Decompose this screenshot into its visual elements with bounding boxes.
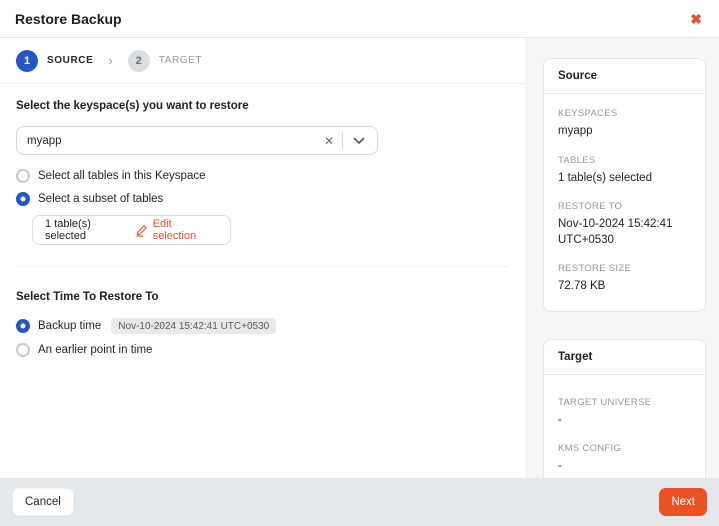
table-selection-box: 1 table(s) selected Edit selection xyxy=(32,215,231,245)
modal-footer: Cancel Next xyxy=(0,478,719,526)
close-icon[interactable]: ✖ xyxy=(688,10,704,28)
source-form: Select the keyspace(s) you want to resto… xyxy=(0,84,525,366)
keyspace-selected-value: myapp xyxy=(27,135,316,147)
target-card-title: Target xyxy=(544,340,705,375)
radio-off-icon[interactable] xyxy=(16,169,30,183)
edit-selection-label: Edit selection xyxy=(153,218,218,242)
step-source-number: 1 xyxy=(16,50,38,72)
edit-selection-button[interactable]: Edit selection xyxy=(135,218,218,242)
summary-field-keyspaces: KEYSPACES myapp xyxy=(558,108,691,140)
radio-all-tables-label: Select all tables in this Keyspace xyxy=(38,170,205,182)
step-target-number: 2 xyxy=(128,50,150,72)
summary-field-kms-config: KMS CONFIG - xyxy=(558,443,691,475)
backup-time-badge: Nov-10-2024 15:42:41 UTC+0530 xyxy=(111,318,276,334)
cancel-button[interactable]: Cancel xyxy=(12,488,74,516)
modal-header: Restore Backup ✖ xyxy=(0,0,719,38)
radio-backup-time-label: Backup time xyxy=(38,320,101,332)
stepper: 1 SOURCE › 2 TARGET xyxy=(0,38,525,84)
radio-earlier-point[interactable]: An earlier point in time xyxy=(16,343,509,357)
summary-field-target-universe: TARGET UNIVERSE - xyxy=(558,397,691,429)
section-divider xyxy=(16,266,508,267)
radio-subset-tables-label: Select a subset of tables xyxy=(38,193,163,205)
radio-subset-tables[interactable]: Select a subset of tables xyxy=(16,192,509,206)
radio-all-tables[interactable]: Select all tables in this Keyspace xyxy=(16,169,509,183)
radio-backup-time[interactable]: Backup time Nov-10-2024 15:42:41 UTC+053… xyxy=(16,318,509,334)
radio-earlier-point-label: An earlier point in time xyxy=(38,344,152,356)
restore-time-heading: Select Time To Restore To xyxy=(16,291,509,303)
source-summary-card: Source KEYSPACES myapp TABLES 1 table(s)… xyxy=(543,58,706,312)
restore-backup-modal: Restore Backup ✖ 1 SOURCE › 2 TARGET Sel… xyxy=(0,0,719,526)
keyspace-heading: Select the keyspace(s) you want to resto… xyxy=(16,100,509,112)
chevron-down-icon[interactable] xyxy=(343,137,369,145)
modal-title: Restore Backup xyxy=(15,11,122,27)
source-card-title: Source xyxy=(544,59,705,94)
next-button[interactable]: Next xyxy=(659,488,707,516)
stepper-chevron-icon: › xyxy=(108,53,112,68)
summary-field-restore-to: RESTORE TO Nov-10-2024 15:42:41 UTC+0530 xyxy=(558,201,691,248)
main-column: 1 SOURCE › 2 TARGET Select the keyspace(… xyxy=(0,38,525,478)
summary-field-restore-size: RESTORE SIZE 72.78 KB xyxy=(558,263,691,295)
radio-on-icon[interactable] xyxy=(16,319,30,333)
tables-selected-count: 1 table(s) selected xyxy=(45,218,135,242)
table-scope-radio-group: Select all tables in this Keyspace Selec… xyxy=(16,169,509,206)
source-card-body: KEYSPACES myapp TABLES 1 table(s) select… xyxy=(544,94,705,311)
pencil-icon xyxy=(135,224,148,237)
summary-sidebar: Source KEYSPACES myapp TABLES 1 table(s)… xyxy=(525,38,719,478)
summary-field-tables: TABLES 1 table(s) selected xyxy=(558,155,691,187)
step-target: 2 TARGET xyxy=(128,50,202,72)
step-source-label: SOURCE xyxy=(47,55,93,66)
modal-body: 1 SOURCE › 2 TARGET Select the keyspace(… xyxy=(0,38,719,478)
clear-selection-icon[interactable]: ✕ xyxy=(316,134,342,148)
step-target-label: TARGET xyxy=(159,55,202,66)
radio-on-icon[interactable] xyxy=(16,192,30,206)
radio-off-icon[interactable] xyxy=(16,343,30,357)
step-source: 1 SOURCE xyxy=(16,50,93,72)
restore-time-radio-group: Backup time Nov-10-2024 15:42:41 UTC+053… xyxy=(16,318,509,357)
keyspace-select[interactable]: myapp ✕ xyxy=(16,126,378,155)
